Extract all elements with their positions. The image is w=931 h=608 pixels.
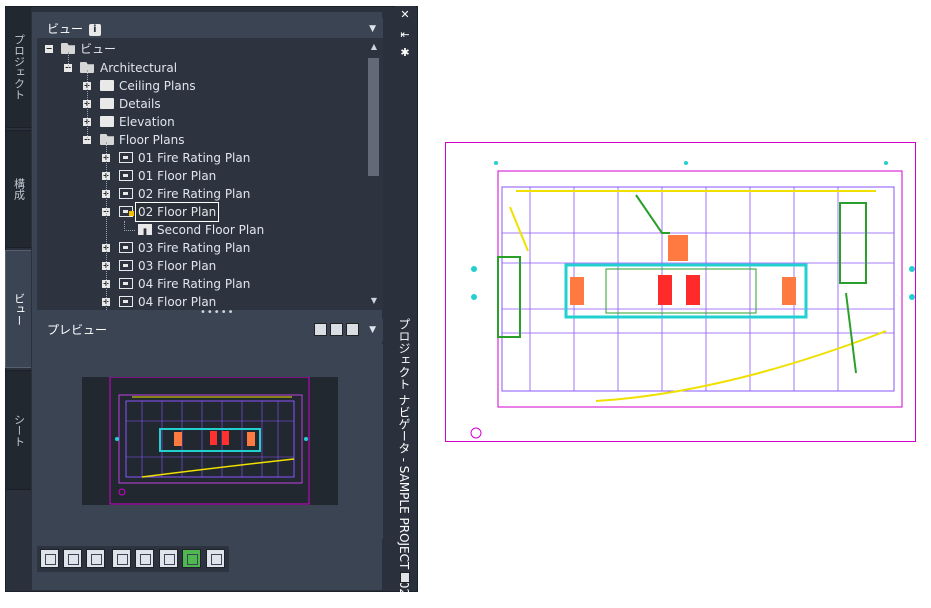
floor-plan-drawing-frame [445,142,916,442]
tree-item-label: ビュー [80,42,117,56]
tree-connector [68,52,69,68]
view-icon [119,242,133,253]
folder-icon [100,98,114,109]
refresh-preview-icon[interactable] [314,323,327,336]
repath-button[interactable] [206,549,225,568]
view-properties-button[interactable] [86,549,105,568]
navigate-view-button[interactable] [135,549,154,568]
tree-item-label: Architectural [100,61,178,75]
folder-icon [100,116,114,127]
tab-project[interactable]: プロジェクト [5,6,31,128]
tree-connector [106,142,107,310]
views-panel-title: ビュー [47,22,84,36]
panel-splitter-grip[interactable]: ••••• [200,308,234,318]
model-view-icon [138,224,152,235]
preview-panel-title: プレビュー [47,323,108,337]
lock-icon [129,211,134,216]
tab-constructs-label: 構成 [12,178,26,200]
preview-panel-header: プレビュー ▼ [37,319,383,341]
tab-project-label: プロジェクト [12,34,26,100]
open-folder-icon [100,134,114,145]
tab-constructs[interactable]: 構成 [5,130,31,248]
tree-item-label: Ceiling Plans [119,79,196,93]
views-panel-header: ビュー i ▼ [37,18,383,40]
view-icon [119,260,133,271]
palette-title-text: プロジェクト ナビゲータ - SAMPLE PROJECT 2020 [397,318,411,604]
open-view-button[interactable] [159,549,178,568]
refresh-button[interactable] [182,549,201,568]
palette-options-icon[interactable] [400,572,410,583]
preview-floor-plan-drawing [109,376,310,505]
tree-scrollbar-thumb[interactable] [368,58,379,176]
add-view-button[interactable] [40,549,59,568]
preview-options-icon[interactable] [346,323,359,336]
tree-connector [124,221,135,231]
tree-connector [87,70,88,140]
view-icon [119,278,133,289]
palette-title: プロジェクト ナビゲータ - SAMPLE PROJECT 2020 [396,318,414,604]
tree-item-label: Elevation [119,115,175,129]
view-icon [119,170,133,181]
view-icon [119,188,133,199]
close-icon[interactable]: ✕ [398,8,412,21]
tree-item-label: Second Floor Plan [157,223,265,237]
tree-item-label: 01 Fire Rating Plan [138,151,251,165]
view-icon [119,152,133,163]
floor-plan-drawing [470,161,915,439]
properties-icon[interactable]: ✱ [398,46,412,59]
views-tree: − ビュー − Architectural + Ceiling Plans + … [37,38,383,310]
tree-item-label: 02 Fire Rating Plan [138,187,251,201]
tab-sheets-label: シート [12,413,26,447]
view-icon [119,296,133,307]
tree-item-label: Details [119,97,161,111]
tab-views-label: ビュー [12,292,26,326]
tree-item-label: 03 Floor Plan [138,259,217,273]
tree-item-label: 02 Floor Plan [134,202,220,222]
edit-view-button[interactable] [63,549,82,568]
folder-icon [100,80,114,91]
scroll-down-icon[interactable]: ▼ [369,296,379,305]
preview-thumbnail [82,376,338,505]
tree-item-label: Floor Plans [119,133,185,147]
panel-menu-chevron-icon[interactable]: ▼ [369,18,376,40]
tree-item-label: 01 Floor Plan [138,169,217,183]
add-model-view-button[interactable] [112,549,131,568]
info-icon[interactable]: i [88,23,101,36]
scroll-up-icon[interactable]: ▲ [369,42,379,51]
tree-item-label: 04 Fire Rating Plan [138,277,251,291]
panel-menu-chevron-icon[interactable]: ▼ [369,319,376,341]
autohide-icon[interactable]: ⇤ [398,28,412,41]
tab-sheets[interactable]: シート [5,370,31,490]
collapse-icon[interactable]: − [45,45,53,53]
tab-views[interactable]: ビュー [5,250,31,368]
tree-item-label: 03 Fire Rating Plan [138,241,251,255]
details-view-icon[interactable] [330,323,343,336]
